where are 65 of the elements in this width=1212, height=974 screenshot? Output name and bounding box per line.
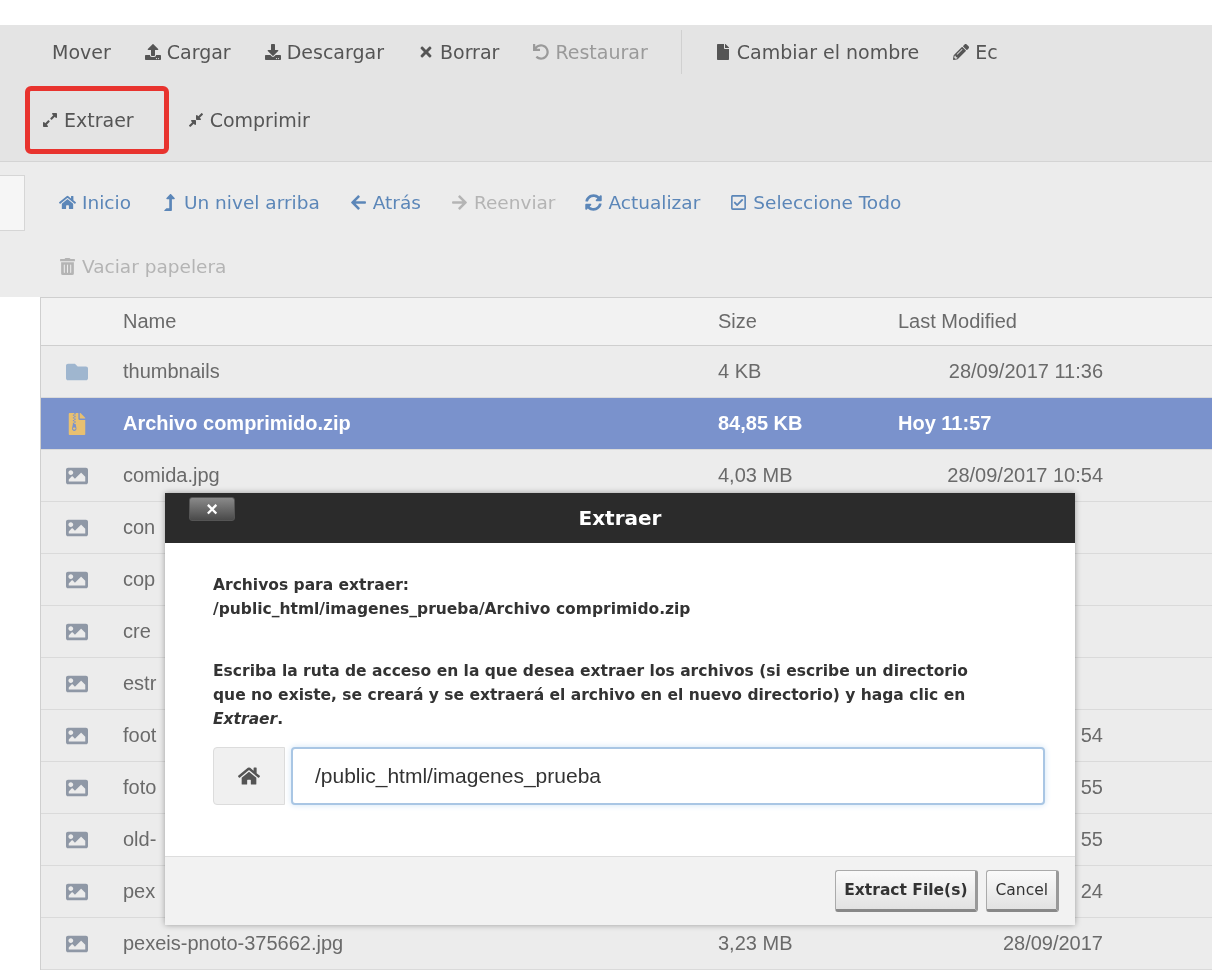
file-name: comida.jpg: [123, 464, 220, 486]
refresh-icon: [585, 193, 603, 211]
file-size: 4 KB: [718, 360, 762, 382]
file-name: cre: [123, 620, 151, 642]
toolbar-button[interactable]: Mover: [37, 30, 126, 74]
toolbar-button[interactable]: Extraer: [25, 86, 169, 154]
file-date: 28/09/2017 10:54: [947, 464, 1103, 486]
home-icon: [59, 193, 76, 211]
instructions-text: Escriba la ruta de acceso en la que desea extraer los archivos (si escribe un directorio que no existe, se creará y se extraerá el archivo en el nuevo directorio) y haga clic en Extraer.: [213, 661, 969, 730]
cancel-button[interactable]: Cancel: [986, 870, 1059, 912]
file-name: foto: [123, 776, 157, 798]
nav-link[interactable]: Atrás: [349, 191, 421, 213]
path-input[interactable]: /public_html/imagenes_prueba: [291, 747, 1045, 805]
toolbar-button[interactable]: Borrar: [403, 30, 515, 74]
file-path: /public_html/imagenes_prueba/Archivo comprimido.zip: [213, 599, 692, 620]
pencil-icon: [953, 44, 970, 60]
file-name: cop: [123, 568, 156, 590]
home-icon: [238, 765, 260, 787]
dialog-title: Extraer: [578, 506, 662, 530]
nav-link[interactable]: Actualizar: [585, 191, 701, 213]
file-size: 84,85 KB: [718, 412, 803, 434]
column-header[interactable]: Last Modified: [898, 310, 1103, 333]
checkbox-icon: [730, 193, 748, 211]
column-header[interactable]: Name: [123, 310, 718, 333]
upload-icon: [144, 44, 161, 60]
nav-link[interactable]: Seleccione Todo: [730, 191, 902, 213]
extract-button[interactable]: Extract File(s): [835, 870, 979, 912]
file-name: old-: [123, 828, 157, 850]
nav-link[interactable]: Un nivel arriba: [160, 191, 320, 213]
files-label: Archivos para extraer:: [213, 575, 410, 596]
archive-icon: [66, 412, 88, 435]
download-icon: [264, 44, 281, 60]
file-date: 54: [1080, 724, 1103, 746]
nav-link[interactable]: Inicio: [59, 191, 131, 213]
file-icon: [714, 44, 731, 60]
file-name: pexeis-pnoto-375662.jpg: [123, 932, 344, 954]
file-name: con: [123, 516, 156, 538]
arrow-left-icon: [349, 193, 367, 211]
column-header[interactable]: Size: [718, 310, 898, 333]
file-size: 3,23 MB: [718, 932, 793, 954]
file-date: 28/09/2017 11:36: [948, 360, 1103, 382]
trash-icon: [59, 257, 76, 275]
file-name: estr: [123, 672, 157, 694]
file-date: Hoy 11:57: [898, 412, 992, 434]
file-date: 24: [1080, 880, 1103, 902]
close-icon: [418, 44, 434, 60]
file-date: 55: [1080, 776, 1103, 798]
arrow-right-icon: [450, 193, 468, 211]
toolbar-button[interactable]: Comprimir: [172, 98, 325, 142]
toolbar-button[interactable]: Descargar: [249, 30, 399, 74]
file-date: 55: [1080, 828, 1103, 850]
file-name: foot: [123, 724, 157, 746]
file-size: 4,03 MB: [718, 464, 793, 486]
file-name: thumbnails: [123, 360, 220, 382]
toolbar-button[interactable]: Cambiar el nombre: [699, 30, 935, 74]
close-button[interactable]: ×: [189, 497, 235, 521]
file-row[interactable]: Archivo comprimido.zip 84,85 KB Hoy 11:57: [41, 398, 1212, 450]
file-date: 28/09/2017: [1002, 932, 1103, 954]
compress-arrows-icon: [187, 112, 204, 128]
toolbar-button[interactable]: Ec: [938, 30, 1013, 74]
file-name: Archivo comprimido.zip: [123, 412, 351, 434]
toolbar-button[interactable]: Cargar: [129, 30, 246, 74]
undo-icon: [533, 44, 550, 60]
expand-arrows-icon: [42, 112, 58, 128]
file-name: pex: [123, 880, 156, 902]
